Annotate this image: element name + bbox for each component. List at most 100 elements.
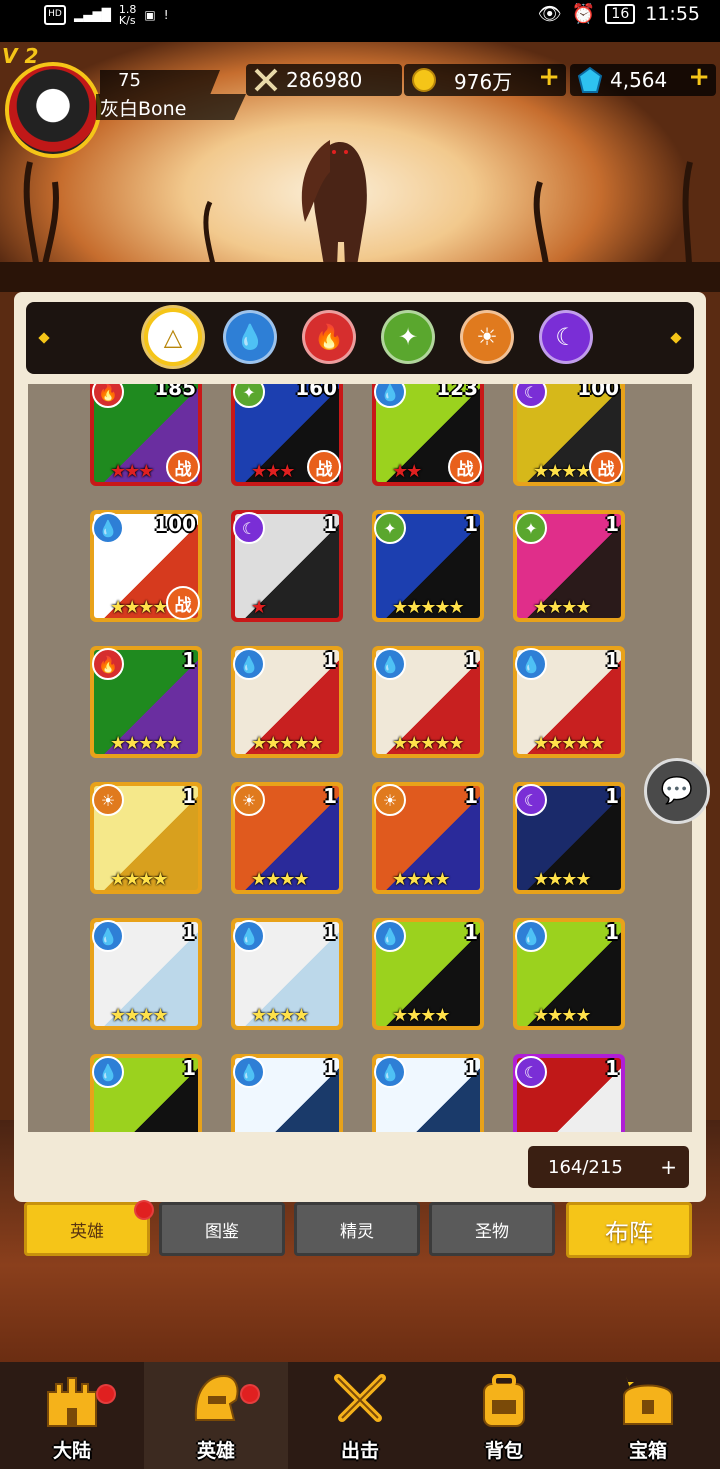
power-display: 286980	[246, 64, 402, 96]
backpack-icon	[483, 1374, 525, 1427]
chat-bubble-icon: 💬	[660, 776, 694, 806]
light-element-icon: ☀	[233, 784, 265, 816]
hero-card[interactable]: ✦ 160 ★★★ 战	[231, 384, 343, 486]
hero-card[interactable]: 💧 1 ★★★★	[231, 918, 343, 1030]
hero-stars: ★★★★	[533, 597, 592, 618]
hero-grid[interactable]: 🔥 185 ★★★ 战 ✦ 160 ★★★ 战 💧 123 ★★ 战 ☾ 100 ★★★★★ 战 💧 100 ★★★…	[28, 384, 692, 1132]
hero-level: 123	[436, 384, 478, 400]
hero-stars: ★★★★	[533, 1005, 592, 1026]
fire-element-icon: 🔥	[314, 323, 344, 351]
gold-coin-icon	[410, 66, 438, 94]
hero-card[interactable]: ☾ 100 ★★★★★ 战	[513, 384, 625, 486]
light-element-icon: ☀	[476, 323, 498, 351]
in-battle-badge: 战	[448, 450, 482, 484]
tab-relics[interactable]: 圣物	[429, 1202, 555, 1256]
filter-light-button[interactable]: ☀	[460, 310, 514, 364]
tab-heroes[interactable]: 英雄	[24, 1202, 150, 1256]
fire-element-icon: 🔥	[92, 648, 124, 680]
hero-card[interactable]: 💧 1 ★★★★	[513, 918, 625, 1030]
neutral-element-icon: △	[163, 323, 183, 351]
hero-card[interactable]: ☾ 1	[513, 1054, 625, 1132]
hero-level: 1	[323, 1056, 337, 1080]
crossed-swords-icon	[252, 66, 280, 94]
nav-backpack[interactable]: 背包	[432, 1362, 576, 1469]
hero-stars: ★★★★	[110, 597, 169, 618]
hero-card[interactable]: 💧 1 ★★★★★	[372, 646, 484, 758]
filter-water-button[interactable]: 💧	[223, 310, 277, 364]
water-element-icon: 💧	[515, 920, 547, 952]
add-gems-button[interactable]: +	[688, 62, 710, 92]
hero-level: 1	[182, 920, 196, 944]
water-element-icon: 💧	[233, 648, 265, 680]
hero-card[interactable]: 💧 1 ★★★★★	[513, 646, 625, 758]
expand-capacity-button[interactable]: +	[660, 1155, 677, 1179]
chat-button[interactable]: 💬	[644, 758, 710, 824]
hero-card[interactable]: 💧 1 ★★★★★	[231, 646, 343, 758]
formation-button[interactable]: 布阵	[566, 1202, 692, 1258]
nav-chest[interactable]: 宝箱	[576, 1362, 720, 1469]
hero-level: 1	[605, 648, 619, 672]
hero-card[interactable]: ✦ 1 ★★★★	[513, 510, 625, 622]
wind-element-icon: ✦	[374, 512, 406, 544]
filter-neutral-button[interactable]: △	[144, 308, 202, 366]
hero-card[interactable]: ☀ 1 ★★★★	[90, 782, 202, 894]
helmet-icon	[194, 1374, 239, 1421]
hero-card[interactable]: 💧 1	[231, 1054, 343, 1132]
hero-card[interactable]: 💧 1	[372, 1054, 484, 1132]
hero-card[interactable]: ☀ 1 ★★★★	[372, 782, 484, 894]
eye-icon: 👁	[537, 3, 562, 25]
scroll-left-indicator	[38, 332, 50, 344]
hero-card[interactable]: 💧 1 ★★★★	[372, 918, 484, 1030]
gems-value: 4,564	[610, 68, 668, 92]
filter-dark-button[interactable]: ☾	[539, 310, 593, 364]
castle-icon	[47, 1377, 97, 1427]
hero-count: 164/215	[548, 1156, 623, 1178]
hero-card[interactable]: ☾ 1 ★★★★	[513, 782, 625, 894]
hero-card[interactable]: 💧 1	[90, 1054, 202, 1132]
alert-icon: !	[163, 8, 169, 22]
hero-capacity: 164/215 +	[528, 1146, 689, 1188]
tab-spirits[interactable]: 精灵	[294, 1202, 420, 1256]
filter-fire-button[interactable]: 🔥	[302, 310, 356, 364]
hero-card[interactable]: 💧 123 ★★ 战	[372, 384, 484, 486]
tab-codex[interactable]: 图鉴	[159, 1202, 285, 1256]
gem-icon	[576, 66, 604, 94]
hero-card[interactable]: 💧 100 ★★★★ 战	[90, 510, 202, 622]
hero-level: 160	[295, 384, 337, 400]
battery-icon: 16	[605, 3, 636, 24]
gold-display: 976万 +	[404, 62, 566, 96]
hero-level: 100	[577, 384, 619, 400]
hero-level: 1	[323, 784, 337, 808]
gems-display: 4,564 +	[570, 62, 716, 96]
hero-level: 1	[323, 920, 337, 944]
hero-card[interactable]: ☀ 1 ★★★★	[231, 782, 343, 894]
hero-card[interactable]: ☾ 1 ★	[231, 510, 343, 622]
player-avatar[interactable]	[5, 62, 101, 158]
hero-level: 1	[605, 920, 619, 944]
nav-continent[interactable]: 大陆	[0, 1362, 144, 1469]
hd-icon: HD	[44, 5, 66, 25]
dark-element-icon: ☾	[515, 784, 547, 816]
notification-icon: ▣	[144, 8, 156, 22]
hero-level: 1	[464, 920, 478, 944]
clock: 11:55	[645, 2, 700, 25]
nav-battle[interactable]: 出击	[288, 1362, 432, 1469]
foliage-decoration	[0, 161, 720, 292]
player-level: 75	[100, 70, 220, 94]
vip-badge: V 2	[2, 44, 39, 68]
add-gold-button[interactable]: +	[538, 62, 560, 92]
water-element-icon: 💧	[92, 1056, 124, 1088]
nav-label: 大陆	[52, 1440, 91, 1462]
network-speed: 1.8 K/s	[118, 3, 137, 27]
water-element-icon: 💧	[92, 920, 124, 952]
hero-card[interactable]: 💧 1 ★★★★	[90, 918, 202, 1030]
in-battle-badge: 战	[166, 586, 200, 620]
hero-card[interactable]: ✦ 1 ★★★★★	[372, 510, 484, 622]
filter-wind-button[interactable]: ✦	[381, 310, 435, 364]
hero-card[interactable]: 🔥 1 ★★★★★	[90, 646, 202, 758]
nav-heroes[interactable]: 英雄	[144, 1362, 288, 1469]
hero-level: 1	[182, 648, 196, 672]
hero-level: 100	[154, 512, 196, 536]
water-element-icon: 💧	[92, 512, 124, 544]
hero-card[interactable]: 🔥 185 ★★★ 战	[90, 384, 202, 486]
